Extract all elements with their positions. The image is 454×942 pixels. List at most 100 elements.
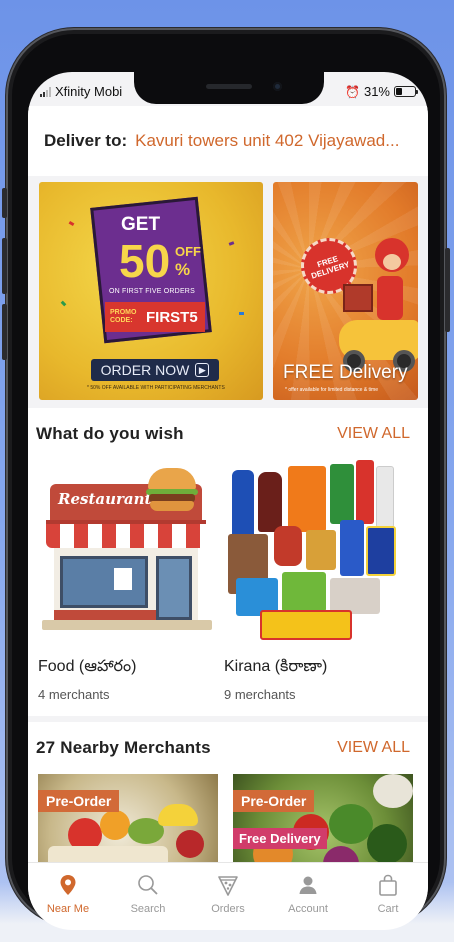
juice-box <box>340 520 364 576</box>
category-merchant-count: 4 merchants <box>38 687 110 702</box>
tab-near-me[interactable]: Near Me <box>28 863 108 930</box>
fruit-pomegranate <box>176 830 204 858</box>
deliver-to-bar[interactable]: Deliver to: Kavuri towers unit 402 Vijay… <box>28 106 428 176</box>
order-now-button[interactable]: ORDER NOW ▶ <box>91 359 219 381</box>
promo-banner-50-off[interactable]: GET 50 OFF % ON FIRST FIVE ORDERS PROMO … <box>39 182 263 400</box>
restaurant-sign-text: Restaurant <box>58 490 152 508</box>
section-header: 27 Nearby Merchants VIEW ALL <box>36 738 410 758</box>
confetti <box>228 241 235 246</box>
snack-box <box>330 578 380 614</box>
shopping-bag-icon <box>379 874 397 896</box>
tab-orders[interactable]: Orders <box>188 863 268 930</box>
delivery-address[interactable]: Kavuri towers unit 402 Vijayawad... <box>135 131 399 151</box>
free-delivery-fine-print: * offer available for limited distance &… <box>285 387 379 393</box>
store-stripe <box>54 610 156 620</box>
soap-box <box>330 464 354 524</box>
offer-get-text: GET <box>121 214 161 235</box>
shampoo-bottle <box>376 466 394 528</box>
battery-icon <box>394 86 418 97</box>
mute-switch <box>2 188 7 218</box>
pre-order-tag: Pre-Order <box>233 790 315 812</box>
what-do-you-wish-section: What do you wish VIEW ALL Restaurant Foo… <box>28 408 428 716</box>
person-icon <box>299 876 317 894</box>
bottom-tab-bar: Near Me Search Orders Account Cart <box>28 862 428 930</box>
notch <box>134 72 324 104</box>
confetti <box>239 312 244 315</box>
speaker <box>206 84 252 89</box>
signal-bars-icon <box>40 86 51 97</box>
nearby-merchants-section: 27 Nearby Merchants VIEW ALL Pre-Order P… <box>28 722 428 882</box>
search-icon <box>138 875 158 895</box>
delivery-box-icon <box>343 284 373 312</box>
tide-pack <box>288 466 326 532</box>
tab-label: Near Me <box>46 903 90 915</box>
volume-down-button <box>2 304 7 360</box>
offer-percent-value: 50 <box>119 235 171 287</box>
category-food[interactable]: Restaurant Food (ఆహారం) 4 merchants <box>36 460 221 702</box>
vim-pack <box>282 572 326 612</box>
fruit-orange <box>100 810 130 840</box>
veg-broccoli <box>329 804 373 844</box>
view-all-categories-link[interactable]: VIEW ALL <box>337 425 410 443</box>
tab-label: Cart <box>377 903 399 915</box>
grocery-illustration <box>222 460 407 645</box>
battery-percent: 31% <box>363 84 390 99</box>
tab-label: Account <box>288 903 328 915</box>
tab-label: Search <box>130 903 166 915</box>
free-delivery-tag: Free Delivery <box>233 828 327 849</box>
pizza-slice-icon <box>218 876 238 896</box>
location-pin-icon <box>60 875 76 895</box>
menu-sign <box>114 568 132 590</box>
category-kirana[interactable]: Kirana (కిరాణా) 9 merchants <box>222 460 407 702</box>
jam-jar <box>274 526 302 566</box>
battery-info: ⏰ 31% <box>345 84 418 99</box>
promo-code-box: PROMO CODE: FIRST5 <box>105 302 205 332</box>
awning <box>46 520 206 548</box>
fruit-banana <box>158 804 198 826</box>
tab-cart[interactable]: Cart <box>348 863 428 930</box>
promo-code-label: PROMO CODE: <box>110 309 137 324</box>
restaurant-illustration: Restaurant <box>36 460 221 645</box>
burger-icon <box>146 468 198 512</box>
offer-fine-print: * 50% OFF AVAILABLE WITH PARTICIPATING M… <box>87 385 225 391</box>
arrow-right-icon: ▶ <box>195 363 210 377</box>
promo-carousel[interactable]: GET 50 OFF % ON FIRST FIVE ORDERS PROMO … <box>28 182 428 402</box>
offer-first-orders: ON FIRST FIVE ORDERS <box>109 288 195 295</box>
confetti <box>60 300 67 307</box>
section-title: What do you wish <box>36 424 184 443</box>
rider-body <box>377 276 403 320</box>
tab-account[interactable]: Account <box>268 863 348 930</box>
cereal-box <box>366 526 396 576</box>
order-now-label: ORDER NOW <box>100 362 190 378</box>
front-camera <box>273 82 282 91</box>
oil-pack <box>306 530 336 570</box>
promo-banner-free-delivery[interactable]: FREE DELIVERY FREE Delivery * offer avai… <box>273 182 418 400</box>
phone-frame: Xfinity Mobi ⏰ 31% Deliver to: Kavuri to… <box>2 28 450 930</box>
view-all-merchants-link[interactable]: VIEW ALL <box>337 739 410 757</box>
promo-code: FIRST5 <box>146 308 198 326</box>
veg-leaves <box>367 824 407 864</box>
offer-percent-sign: % <box>175 260 191 279</box>
app-screen: Xfinity Mobi ⏰ 31% Deliver to: Kavuri to… <box>28 72 428 930</box>
carrier-name: Xfinity Mobi <box>55 84 123 99</box>
store-door <box>156 556 192 620</box>
noodle-pack <box>260 610 352 640</box>
store-window <box>60 556 148 608</box>
veg-cauliflower <box>373 774 413 808</box>
section-title: 27 Nearby Merchants <box>36 738 211 757</box>
volume-up-button <box>2 238 7 294</box>
tab-label: Orders <box>211 903 245 915</box>
detergent-bottle <box>232 470 254 540</box>
pre-order-tag: Pre-Order <box>38 790 120 812</box>
free-delivery-headline: FREE Delivery <box>283 362 408 383</box>
toothpaste-box <box>356 460 374 524</box>
section-header: What do you wish VIEW ALL <box>36 424 410 444</box>
category-name: Kirana (కిరాణా) <box>224 658 328 675</box>
power-button <box>445 248 450 332</box>
rider-face <box>383 254 401 270</box>
alarm-icon: ⏰ <box>345 84 360 99</box>
confetti <box>68 220 75 227</box>
offer-off-text: OFF <box>175 244 201 259</box>
sauce-bottle <box>258 472 282 532</box>
tab-search[interactable]: Search <box>108 863 188 930</box>
